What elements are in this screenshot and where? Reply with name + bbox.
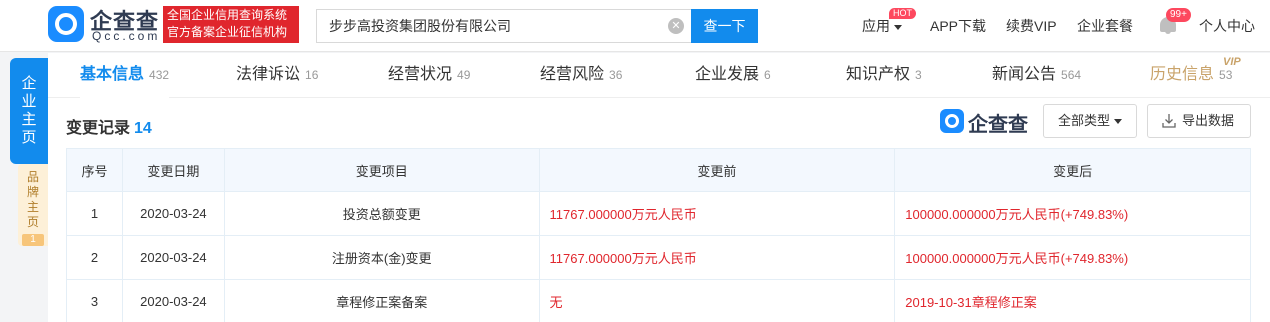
chevron-down-icon: [894, 24, 902, 30]
tab-count: 564: [1061, 68, 1082, 82]
section-count: 14: [134, 120, 152, 137]
value-after: 100000.000000万元人民币(+749.83%): [894, 191, 1251, 236]
section-title: 变更记录 14: [66, 114, 152, 138]
tab-count: 16: [305, 68, 319, 82]
row-number: 2: [66, 235, 123, 280]
tab-history[interactable]: 历史信息 53: [1150, 53, 1232, 98]
change-record-table: 序号 变更日期 变更项目 变更前 变更后 1 2020-03-24 投资总额变更…: [66, 148, 1251, 322]
brand-count-badge: 1: [22, 234, 44, 246]
section-title-text: 变更记录: [66, 120, 131, 137]
download-icon: [1162, 114, 1176, 128]
tab-count: 3: [915, 68, 922, 82]
badge-line-2: 官方备案企业征信机构: [167, 25, 288, 39]
tab-label: 经营状况: [388, 66, 453, 83]
badge-line-1: 全国企业信用查询系统: [167, 8, 288, 22]
main-tabs: 基本信息 432 法律诉讼 16 经营状况 49 经营风险 36 企业发展 6 知识产权 3…: [48, 53, 1270, 98]
search-input[interactable]: [317, 10, 657, 42]
tab-basic-info[interactable]: 基本信息 432: [80, 53, 170, 98]
logo-domain: Qcc.com: [92, 29, 161, 43]
export-button[interactable]: 导出数据: [1147, 104, 1251, 138]
tab-label: 知识产权: [846, 66, 911, 83]
hot-badge: HOT: [889, 8, 916, 19]
side-tab-company-home[interactable]: 企业主页: [10, 58, 48, 164]
change-date: 2020-03-24: [121, 279, 225, 322]
clear-icon[interactable]: ✕: [668, 18, 684, 34]
column-header: 变更前: [538, 148, 896, 192]
type-filter-dropdown[interactable]: 全部类型: [1043, 104, 1137, 138]
search-box: ✕: [316, 9, 692, 43]
value-after: 100000.000000万元人民币(+749.83%): [894, 235, 1251, 280]
tab-label: 新闻公告: [992, 66, 1057, 83]
tab-operations[interactable]: 经营状况 49: [388, 53, 470, 98]
tab-legal[interactable]: 法律诉讼 16: [236, 53, 318, 98]
row-number: 1: [66, 191, 123, 236]
tab-news[interactable]: 新闻公告 564: [992, 53, 1081, 98]
nav-apps-label: 应用: [862, 18, 890, 34]
table-header-row: 序号 变更日期 变更项目 变更前 变更后: [66, 148, 1251, 192]
tab-count: 6: [764, 68, 771, 82]
nav-user-center[interactable]: 个人中心: [1199, 16, 1255, 36]
change-date: 2020-03-24: [121, 191, 225, 236]
search-button[interactable]: 查一下: [691, 9, 758, 43]
table-row: 2 2020-03-24 注册资本(金)变更 11767.000000万元人民币…: [66, 235, 1251, 280]
tab-label: 法律诉讼: [236, 66, 301, 83]
message-count-badge: 99+: [1166, 8, 1191, 22]
value-before: 11767.000000万元人民币: [538, 235, 896, 280]
row-number: 3: [66, 279, 123, 322]
value-after[interactable]: 2019-10-31章程修正案: [894, 279, 1251, 322]
nav-enterprise-plan[interactable]: 企业套餐: [1077, 16, 1133, 36]
column-header: 变更后: [894, 148, 1251, 192]
column-header: 变更日期: [121, 148, 225, 192]
tab-count: 53: [1219, 68, 1233, 82]
change-item: 投资总额变更: [223, 191, 540, 236]
tab-label: 企业发展: [695, 66, 760, 83]
tab-count: 36: [609, 68, 623, 82]
table-row: 3 2020-03-24 章程修正案备案 无 2019-10-31章程修正案: [66, 279, 1251, 322]
certification-badge: 全国企业信用查询系统 官方备案企业征信机构: [163, 6, 299, 43]
tab-label: 历史信息: [1150, 66, 1215, 83]
column-header: 变更项目: [223, 148, 540, 192]
table-row: 1 2020-03-24 投资总额变更 11767.000000万元人民币 10…: [66, 191, 1251, 236]
top-header: 企查查 Qcc.com 全国企业信用查询系统 官方备案企业征信机构 ✕ 查一下 …: [0, 0, 1270, 52]
filter-label: 全部类型: [1057, 113, 1110, 128]
tab-count: 49: [457, 68, 471, 82]
side-tab-brand-home-label: 品牌主页: [26, 170, 39, 229]
qcc-logo-icon[interactable]: [48, 6, 84, 42]
qcc-watermark-text: 企查查: [968, 114, 1028, 136]
qcc-watermark-icon: [940, 109, 964, 133]
column-header: 序号: [66, 148, 123, 192]
side-tab-company-home-label: 企业主页: [21, 75, 37, 146]
tab-label: 经营风险: [540, 66, 605, 83]
change-item: 注册资本(金)变更: [223, 235, 540, 280]
tab-count: 432: [149, 68, 170, 82]
nav-app-download[interactable]: APP下载: [930, 16, 986, 36]
value-before: 11767.000000万元人民币: [538, 191, 896, 236]
nav-apps[interactable]: 应用: [862, 16, 902, 36]
nav-renew-vip[interactable]: 续费VIP: [1006, 16, 1057, 36]
export-label: 导出数据: [1182, 113, 1235, 128]
tab-development[interactable]: 企业发展 6: [695, 53, 771, 98]
tab-ip[interactable]: 知识产权 3: [846, 53, 922, 98]
change-date: 2020-03-24: [121, 235, 225, 280]
tab-risk[interactable]: 经营风险 36: [540, 53, 622, 98]
vip-tag: VIP: [1223, 56, 1241, 68]
change-item: 章程修正案备案: [223, 279, 540, 322]
side-tab-brand-home[interactable]: 品牌主页 1: [18, 164, 48, 246]
tab-label: 基本信息: [80, 66, 145, 83]
value-before: 无: [538, 279, 896, 322]
chevron-down-icon: [1114, 119, 1122, 125]
